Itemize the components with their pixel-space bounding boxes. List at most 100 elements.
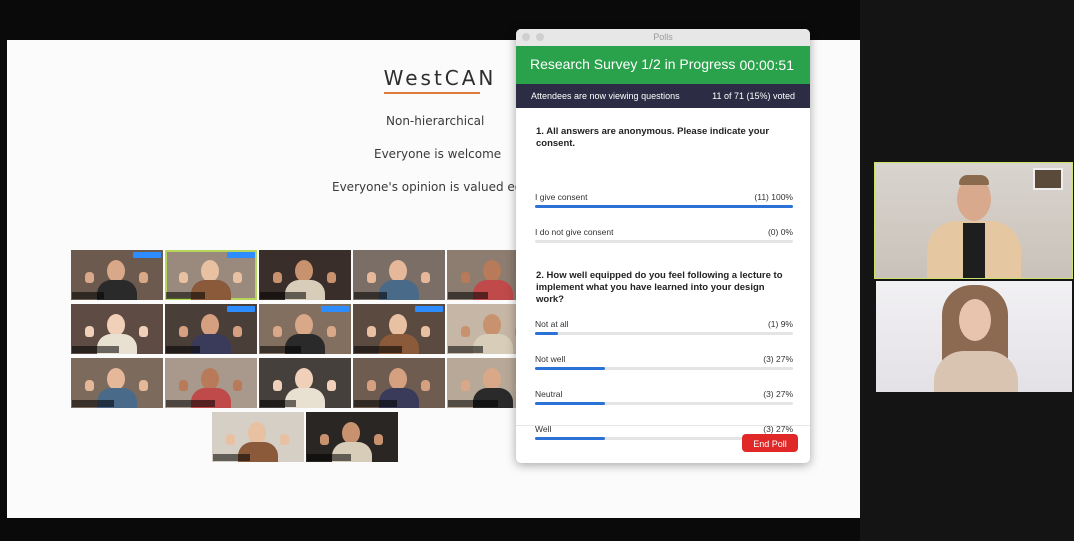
slide-line-1: Non-hierarchical (386, 114, 485, 128)
slide-title-underline (384, 92, 480, 94)
poll-vote-count: 11 of 71 (15%) voted (712, 91, 795, 101)
waving-hand (273, 326, 282, 337)
poll-status-bar: Attendees are now viewing questions 11 o… (516, 84, 810, 108)
option-result: (3) 27% (763, 389, 793, 399)
window-title: Polls (653, 32, 673, 42)
participant-tile[interactable] (71, 358, 163, 408)
participant-tile[interactable] (212, 412, 304, 462)
waving-hand (233, 326, 242, 337)
participant-tile[interactable] (353, 304, 445, 354)
option-bar-track (535, 332, 793, 335)
participant-name-bar (354, 400, 397, 407)
waving-hand (139, 380, 148, 391)
poll-title: Research Survey 1/2 in Progress (530, 56, 736, 72)
waving-hand (461, 380, 470, 391)
question-1-option-1: I give consent (11) 100% (535, 192, 793, 222)
poll-timer: 00:00:51 (739, 57, 795, 73)
participant-action-tag[interactable] (227, 252, 255, 258)
poll-questions[interactable]: 1. All answers are anonymous. Please ind… (516, 108, 810, 440)
participant-head (248, 422, 266, 444)
waving-hand (421, 272, 430, 283)
participant-head (107, 260, 125, 282)
participant-name-bar (72, 346, 119, 353)
participant-tile[interactable] (165, 358, 257, 408)
participant-action-tag[interactable] (415, 306, 443, 312)
participant-action-tag[interactable] (321, 306, 349, 312)
option-result: (1) 9% (767, 319, 793, 329)
participant-head (295, 368, 313, 390)
end-poll-button[interactable]: End Poll (742, 434, 798, 452)
participant-tile[interactable] (259, 304, 351, 354)
participant-head (295, 314, 313, 336)
option-label: I give consent (535, 192, 588, 202)
option-bar-fill (535, 402, 605, 405)
participant-name-bar (72, 292, 104, 299)
speaker-video-1[interactable] (874, 162, 1073, 279)
option-label: I do not give consent (535, 227, 614, 237)
option-bar-fill (535, 205, 793, 208)
participant-tile[interactable] (259, 358, 351, 408)
waving-hand (179, 380, 188, 391)
option-result: (3) 27% (763, 354, 793, 364)
participant-name-bar (448, 400, 498, 407)
speaker-1-shirt (963, 223, 985, 278)
speaker-2-face (959, 299, 991, 341)
option-result: (11) 100% (754, 192, 793, 202)
participant-name-bar (354, 346, 402, 353)
waving-hand (233, 272, 242, 283)
question-2-option-1: Not at all (1) 9% (535, 319, 793, 349)
poll-status-text: Attendees are now viewing questions (531, 91, 680, 101)
participant-name-bar (166, 400, 215, 407)
poll-footer: End Poll (516, 425, 810, 463)
question-1-option-2: I do not give consent (0) 0% (535, 227, 793, 257)
waving-hand (85, 380, 94, 391)
polls-window: Polls Research Survey 1/2 in Progress 00… (516, 29, 810, 463)
participant-name-bar (166, 292, 205, 299)
waving-hand (273, 272, 282, 283)
participant-name-bar (448, 346, 483, 353)
participant-head (389, 260, 407, 282)
participant-action-tag[interactable] (133, 252, 161, 258)
poll-header: Research Survey 1/2 in Progress 00:00:51 (516, 46, 810, 84)
speaker-video-2[interactable] (876, 281, 1072, 392)
option-label: Neutral (535, 389, 563, 399)
participant-tile[interactable] (165, 250, 257, 300)
waving-hand (85, 326, 94, 337)
participant-tile[interactable] (353, 250, 445, 300)
participant-tile[interactable] (165, 304, 257, 354)
participant-name-bar (354, 292, 387, 299)
participant-head (201, 260, 219, 282)
option-bar-fill (535, 367, 605, 370)
participant-tile[interactable] (71, 250, 163, 300)
question-2-option-2: Not well (3) 27% (535, 354, 793, 384)
participant-tile[interactable] (71, 304, 163, 354)
waving-hand (327, 326, 336, 337)
participant-name-bar (213, 454, 250, 461)
window-titlebar: Polls (516, 29, 810, 46)
waving-hand (461, 326, 470, 337)
waving-hand (273, 380, 282, 391)
participant-action-tag[interactable] (227, 306, 255, 312)
participant-head (483, 260, 501, 282)
waving-hand (367, 272, 376, 283)
slide-line-2: Everyone is welcome (374, 147, 502, 161)
waving-hand (85, 272, 94, 283)
left-letterbox (0, 0, 7, 541)
waving-hand (179, 272, 188, 283)
participant-head (201, 368, 219, 390)
participant-name-bar (260, 400, 296, 407)
participant-tile[interactable] (259, 250, 351, 300)
slide-line-3: Everyone's opinion is valued equ (332, 180, 531, 194)
participant-head (342, 422, 360, 444)
option-label: Not at all (535, 319, 569, 329)
participant-tile[interactable] (306, 412, 398, 462)
participant-head (389, 368, 407, 390)
speaker-1-hair (959, 175, 989, 185)
question-2-text: 2. How well equipped do you feel followi… (536, 270, 783, 305)
participant-head (483, 314, 501, 336)
question-2-option-3: Neutral (3) 27% (535, 389, 793, 419)
waving-hand (367, 380, 376, 391)
option-bar-track (535, 240, 793, 243)
participant-tile[interactable] (353, 358, 445, 408)
waving-hand (421, 380, 430, 391)
